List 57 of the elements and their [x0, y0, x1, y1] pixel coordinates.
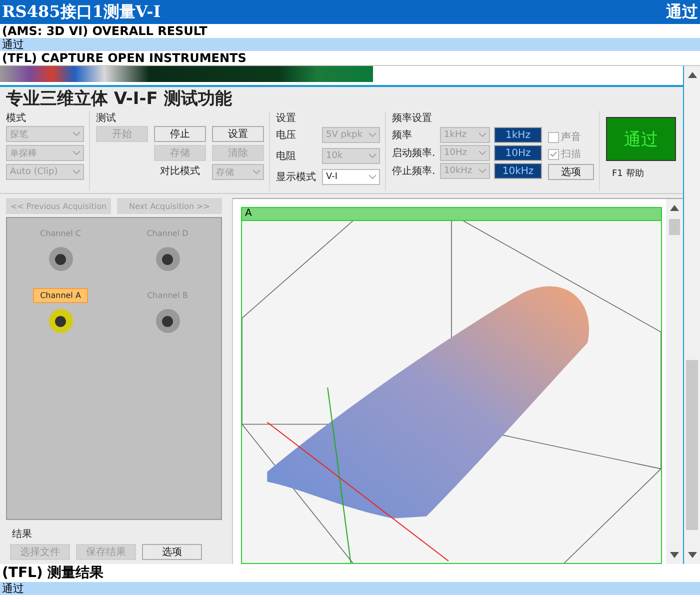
group-label: 设置 — [276, 112, 297, 123]
scrollbar-thumb[interactable] — [668, 219, 680, 235]
action-button[interactable]: 停止 — [154, 126, 206, 142]
connector-jack-icon[interactable] — [156, 309, 180, 333]
field-label: 对比模式 — [159, 164, 201, 179]
field-label: 电阻 — [276, 150, 297, 163]
dropdown-caret-icon — [369, 154, 376, 158]
connector-jack-icon[interactable] — [48, 247, 72, 271]
plot-label: A — [242, 208, 661, 221]
dropdown-caret-icon — [479, 151, 486, 155]
overall-status: 通过 — [666, 2, 698, 22]
dropdown-select[interactable]: V-I — [322, 169, 380, 185]
step-name: (TFL) 测量结果 — [1, 564, 105, 582]
channel-label[interactable]: Channel C — [33, 226, 88, 241]
connector-jack-icon[interactable] — [48, 309, 72, 333]
dropdown-caret-icon — [369, 133, 376, 137]
help-label: F1 帮助 — [612, 168, 645, 180]
result-indicator: 通过 — [606, 117, 676, 161]
group-label: 模式 — [6, 112, 27, 123]
group-label: 结果 — [11, 528, 33, 541]
field-label: 停止频率. — [392, 164, 436, 178]
options-button[interactable]: 选项 — [548, 164, 594, 180]
dropdown-caret-icon — [253, 170, 260, 174]
value-display: 10Hz — [494, 145, 542, 161]
page-title: RS485接口1测量V-I — [2, 2, 161, 22]
dropdown-caret-icon — [479, 169, 486, 173]
field-label: 频率 — [392, 128, 413, 142]
group-label: 测试 — [96, 112, 117, 123]
checkbox[interactable]: 声音 — [548, 130, 594, 144]
group-label: 频率设置 — [392, 112, 433, 123]
value-display: 1kHz — [494, 127, 542, 143]
step-result: 通过 — [0, 582, 700, 595]
scroll-up-icon[interactable] — [688, 72, 696, 78]
value-display: 10kHz — [494, 163, 542, 179]
scroll-up-icon[interactable] — [670, 205, 679, 211]
action-button[interactable]: 设置 — [212, 126, 264, 142]
field-label: 电压 — [276, 128, 297, 142]
step-result: 通过 — [0, 38, 700, 51]
step-name: (AMS: 3D VI) OVERALL RESULT — [1, 24, 208, 38]
channel-label[interactable]: Channel A — [33, 288, 88, 303]
channel-label[interactable]: Channel B — [140, 288, 195, 303]
field-label: 显示模式 — [276, 170, 317, 184]
checkmark-icon — [550, 151, 557, 157]
page-scrollbar[interactable] — [684, 66, 700, 564]
scrollbar-thumb[interactable] — [686, 360, 698, 530]
dropdown-caret-icon — [73, 132, 80, 136]
channel-label[interactable]: Channel D — [140, 226, 196, 241]
connector-jack-icon[interactable] — [156, 247, 180, 271]
dropdown-caret-icon — [479, 133, 486, 137]
app-title: 专业三维立体 V-I-F 测试功能 — [5, 88, 233, 111]
plot-scrollbar[interactable] — [666, 199, 683, 564]
step-name: (TFL) CAPTURE OPEN INSTRUMENTS — [1, 51, 248, 65]
field-label: 启动频率. — [392, 146, 436, 160]
action-button[interactable]: 选项 — [142, 544, 202, 560]
dropdown-caret-icon — [73, 151, 80, 155]
dropdown-caret-icon — [73, 170, 80, 174]
dropdown-caret-icon — [369, 175, 376, 179]
